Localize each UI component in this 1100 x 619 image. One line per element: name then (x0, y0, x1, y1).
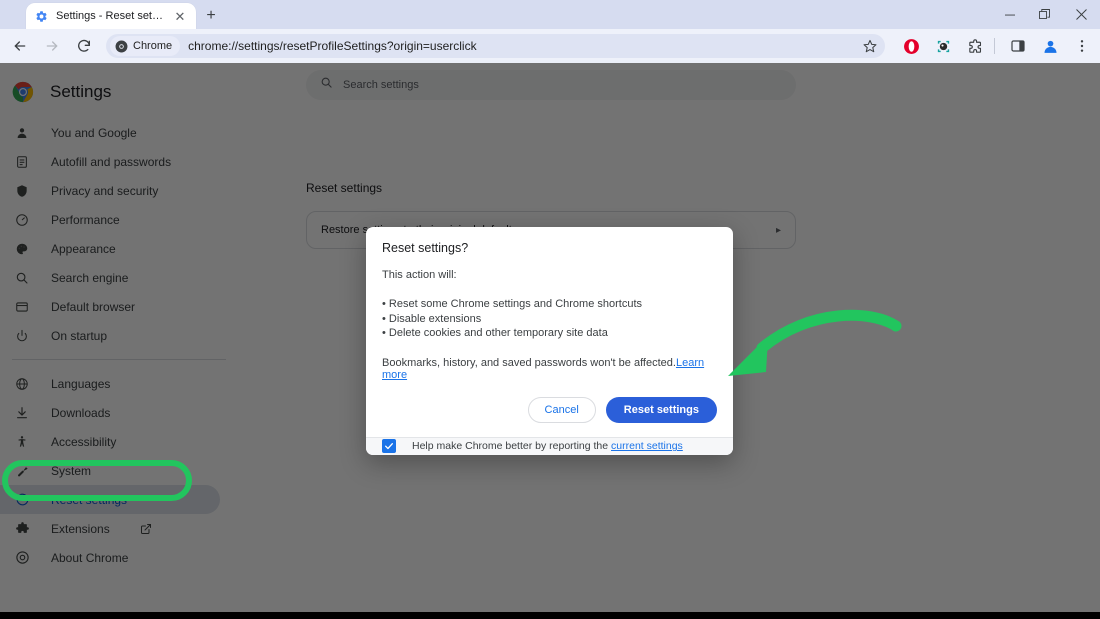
current-settings-link[interactable]: current settings (611, 440, 683, 452)
extensions-puzzle-icon[interactable] (961, 32, 989, 60)
tab-strip: Settings - Reset settings ✕ + (0, 0, 1100, 29)
reload-icon[interactable] (70, 32, 98, 60)
chrome-icon (115, 40, 128, 52)
minimize-button[interactable] (992, 0, 1027, 29)
dialog-title: Reset settings? (382, 241, 469, 255)
list-item: • Disable extensions (382, 312, 482, 325)
browser-window: Settings - Reset settings ✕ + Chrome chr… (0, 0, 1100, 619)
reset-settings-dialog: Reset settings? This action will: • Rese… (366, 227, 733, 455)
list-item: • Delete cookies and other temporary sit… (382, 327, 608, 339)
dialog-bullet-list: • Reset some Chrome settings and Chrome … (382, 297, 717, 341)
new-tab-button[interactable]: + (200, 5, 222, 27)
more-menu-icon[interactable] (1068, 32, 1096, 60)
side-panel-icon[interactable] (1004, 32, 1032, 60)
forward-icon[interactable] (38, 32, 66, 60)
settings-gear-icon (34, 9, 48, 23)
tab-title: Settings - Reset settings (56, 10, 164, 22)
toolbar-divider (994, 38, 995, 54)
dialog-footer: Help make Chrome better by reporting the… (366, 436, 733, 455)
list-item: • Reset some Chrome settings and Chrome … (382, 298, 643, 310)
url-text: chrome://settings/resetProfileSettings?o… (188, 39, 477, 53)
origin-chip-label: Chrome (133, 40, 173, 52)
cancel-button[interactable]: Cancel (527, 396, 596, 423)
close-icon[interactable]: ✕ (172, 8, 188, 24)
profile-avatar-icon[interactable] (1036, 32, 1064, 60)
browser-tab[interactable]: Settings - Reset settings ✕ (26, 3, 196, 29)
dialog-actions: Cancel Reset settings (366, 381, 733, 437)
browser-toolbar: Chrome chrome://settings/resetProfileSet… (0, 29, 1100, 63)
dark-extension-icon[interactable] (929, 32, 957, 60)
address-bar[interactable]: Chrome chrome://settings/resetProfileSet… (106, 34, 885, 58)
dialog-body: Reset settings? This action will: • Rese… (366, 227, 733, 381)
bookmark-star-icon[interactable] (859, 35, 881, 57)
close-window-button[interactable] (1062, 0, 1100, 29)
toolbar-extension-icons (893, 32, 1100, 60)
bottom-bar (0, 612, 1100, 619)
report-settings-label: Help make Chrome better by reporting the… (412, 440, 683, 452)
reset-settings-button[interactable]: Reset settings (605, 396, 717, 423)
report-settings-checkbox[interactable] (382, 439, 396, 454)
opera-extension-icon[interactable] (897, 32, 925, 60)
dialog-lead-text: This action will: (382, 269, 457, 281)
back-icon[interactable] (6, 32, 34, 60)
report-settings-text: Help make Chrome better by reporting the (412, 440, 612, 453)
maximize-restore-button[interactable] (1027, 0, 1062, 29)
dialog-note-text: Bookmarks, history, and saved passwords … (382, 356, 676, 369)
origin-chip[interactable]: Chrome (110, 36, 181, 56)
window-controls (992, 0, 1100, 29)
dialog-note: Bookmarks, history, and saved passwords … (382, 357, 717, 381)
